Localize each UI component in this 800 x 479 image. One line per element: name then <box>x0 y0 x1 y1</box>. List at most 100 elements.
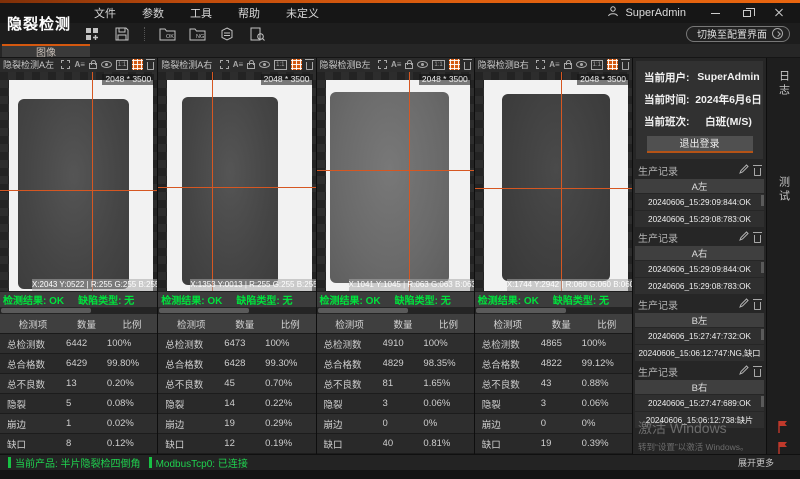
tiles-icon[interactable] <box>82 25 102 42</box>
record-row[interactable]: 20240606_15:29:08:783:OK <box>635 278 764 294</box>
maximize-button[interactable] <box>734 5 760 21</box>
menu-help[interactable]: 帮助 <box>226 3 272 23</box>
tab-test[interactable]: 测试 <box>776 176 792 204</box>
record-row[interactable]: 20240606_15:29:09:844:OK <box>635 194 764 210</box>
edit-icon[interactable] <box>739 164 749 177</box>
delete-icon[interactable] <box>754 168 761 176</box>
table-row[interactable]: 缺口80.12% <box>0 434 157 454</box>
horizontal-scrollbar[interactable] <box>317 307 474 314</box>
table-row[interactable]: 总合格数642999.80% <box>0 354 157 374</box>
vertical-scrollbar[interactable] <box>761 396 764 407</box>
logout-button[interactable]: 退出登录 <box>647 136 753 153</box>
one-to-one-icon[interactable]: 1:1 <box>591 60 603 70</box>
one-to-one-icon[interactable]: 1:1 <box>432 60 444 70</box>
folder-ok-icon[interactable]: OK <box>157 25 177 42</box>
image-viewport[interactable]: 2048 * 3500 X:2043 Y:0522 | R:255 G:255 … <box>0 72 157 291</box>
record-row[interactable]: 20240606_15:27:47:732:OK <box>635 328 764 344</box>
vertical-scrollbar[interactable] <box>761 329 764 340</box>
table-row[interactable]: 隐裂30.06% <box>475 394 632 414</box>
menu-file[interactable]: 文件 <box>82 3 128 23</box>
edit-icon[interactable] <box>739 231 749 244</box>
eye-icon[interactable] <box>417 61 428 68</box>
lock-icon[interactable] <box>89 63 97 69</box>
table-row[interactable]: 崩边00% <box>475 414 632 434</box>
table-row[interactable]: 总不良数450.70% <box>158 374 315 394</box>
table-row[interactable]: 总合格数482998.35% <box>317 354 474 374</box>
eye-icon[interactable] <box>576 61 587 68</box>
record-group-label[interactable]: A右 <box>635 246 764 260</box>
doc-search-icon[interactable] <box>247 25 267 42</box>
menu-tools[interactable]: 工具 <box>178 3 224 23</box>
image-viewport[interactable]: 2048 * 3500 X:1744 Y:2942 | R:060 G:060 … <box>475 72 632 291</box>
grid-icon[interactable] <box>132 59 143 70</box>
tab-image[interactable]: 图像 <box>2 44 90 57</box>
table-row[interactable]: 总合格数642899.30% <box>158 354 315 374</box>
table-row[interactable]: 隐裂50.08% <box>0 394 157 414</box>
horizontal-scrollbar[interactable] <box>0 307 157 314</box>
vertical-scrollbar[interactable] <box>761 262 764 273</box>
delete-icon[interactable] <box>754 302 761 310</box>
image-viewport[interactable]: 2048 * 3500 X:1041 Y:1045 | R:063 G:063 … <box>317 72 474 291</box>
table-row[interactable]: 崩边190.29% <box>158 414 315 434</box>
grid-icon[interactable] <box>291 59 302 70</box>
delete-icon[interactable] <box>622 62 629 70</box>
delete-icon[interactable] <box>754 235 761 243</box>
record-group-label[interactable]: B右 <box>635 380 764 394</box>
record-group-label[interactable]: B左 <box>635 313 764 327</box>
scrollbar-thumb[interactable] <box>318 308 408 313</box>
annotation-icon[interactable]: A≡ <box>391 60 401 70</box>
annotation-icon[interactable]: A≡ <box>233 60 243 70</box>
table-row[interactable]: 总检测数4910100% <box>317 334 474 354</box>
edit-icon[interactable] <box>739 365 749 378</box>
scrollbar-thumb[interactable] <box>476 308 566 313</box>
tab-log[interactable]: 日志 <box>776 70 792 98</box>
one-to-one-icon[interactable]: 1:1 <box>116 60 128 70</box>
delete-icon[interactable] <box>754 369 761 377</box>
table-row[interactable]: 总合格数482299.12% <box>475 354 632 374</box>
record-row[interactable]: 20240606_15:29:09:844:OK <box>635 261 764 277</box>
table-row[interactable]: 总检测数4865100% <box>475 334 632 354</box>
menu-undefined[interactable]: 未定义 <box>274 3 331 23</box>
record-row[interactable]: 20240606_15:29:08:783:OK <box>635 211 764 227</box>
delete-icon[interactable] <box>147 62 154 70</box>
roi-icon[interactable] <box>378 60 387 69</box>
image-viewport[interactable]: 2048 * 3500 X:1353 Y:0013 | R:255 G:255 … <box>158 72 315 291</box>
table-row[interactable]: 缺口120.19% <box>158 434 315 454</box>
lock-icon[interactable] <box>564 63 572 69</box>
one-to-one-icon[interactable]: 1:1 <box>274 60 286 70</box>
table-row[interactable]: 总不良数811.65% <box>317 374 474 394</box>
lock-icon[interactable] <box>247 63 255 69</box>
current-user-name[interactable]: SuperAdmin <box>625 7 686 19</box>
record-group-label[interactable]: A左 <box>635 179 764 193</box>
delete-icon[interactable] <box>306 62 313 70</box>
database-icon[interactable] <box>217 25 237 42</box>
table-row[interactable]: 缺口400.81% <box>317 434 474 454</box>
lock-icon[interactable] <box>405 63 413 69</box>
close-button[interactable] <box>766 5 792 21</box>
grid-icon[interactable] <box>607 59 618 70</box>
horizontal-scrollbar[interactable] <box>158 307 315 314</box>
table-row[interactable]: 隐裂140.22% <box>158 394 315 414</box>
table-row[interactable]: 崩边00% <box>317 414 474 434</box>
table-row[interactable]: 总不良数130.20% <box>0 374 157 394</box>
roi-icon[interactable] <box>220 60 229 69</box>
scrollbar-thumb[interactable] <box>1 308 91 313</box>
record-row[interactable]: 20240606_15:06:12:738:缺片 <box>635 412 764 428</box>
table-row[interactable]: 崩边10.02% <box>0 414 157 434</box>
annotation-icon[interactable]: A≡ <box>74 60 84 70</box>
delete-icon[interactable] <box>464 62 471 70</box>
expand-more-button[interactable]: 展开更多 <box>738 456 774 469</box>
flag-icon[interactable] <box>776 420 792 436</box>
edit-icon[interactable] <box>739 298 749 311</box>
eye-icon[interactable] <box>101 61 112 68</box>
table-row[interactable]: 总不良数430.88% <box>475 374 632 394</box>
roi-icon[interactable] <box>61 60 70 69</box>
menu-params[interactable]: 参数 <box>130 3 176 23</box>
horizontal-scrollbar[interactable] <box>475 307 632 314</box>
flag-icon[interactable] <box>776 441 792 457</box>
annotation-icon[interactable]: A≡ <box>549 60 559 70</box>
minimize-button[interactable] <box>702 5 728 21</box>
table-row[interactable]: 缺口190.39% <box>475 434 632 454</box>
table-row[interactable]: 隐裂30.06% <box>317 394 474 414</box>
switch-to-config-button[interactable]: 切换至配置界面 <box>686 26 790 42</box>
